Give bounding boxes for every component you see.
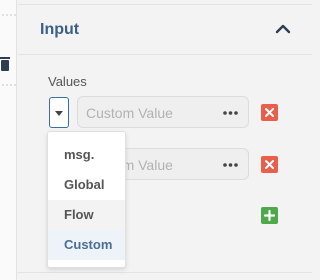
close-icon (265, 160, 274, 169)
value-type-select[interactable] (49, 97, 69, 128)
delete-row-button[interactable] (261, 156, 278, 173)
properties-panel: Input Values Custom Value Custom Value m… (18, 0, 312, 280)
dropdown-option-custom[interactable]: Custom (48, 230, 125, 260)
value-type-dropdown: msg. Global Flow Custom (47, 131, 126, 268)
value-input[interactable]: Custom Value (77, 96, 249, 128)
delete-row-button[interactable] (261, 104, 278, 121)
trash-icon[interactable] (0, 57, 10, 71)
chevron-up-icon[interactable] (274, 22, 292, 36)
dropdown-option-flow[interactable]: Flow (48, 200, 125, 230)
add-value-button[interactable] (261, 207, 278, 224)
dropdown-option-global[interactable]: Global (48, 170, 125, 200)
dropdown-option-msg[interactable]: msg. (48, 140, 125, 170)
ellipsis-icon[interactable] (223, 163, 238, 167)
grid-dots (2, 14, 16, 16)
section-title: Input (40, 21, 80, 38)
plus-icon (263, 209, 276, 222)
grid-dots (2, 84, 16, 86)
values-label: Values (48, 74, 87, 89)
section-header[interactable]: Input (18, 5, 312, 55)
canvas-edge (0, 0, 17, 280)
value-input-placeholder: Custom Value (86, 105, 173, 121)
close-icon (265, 108, 274, 117)
caret-down-icon (55, 111, 63, 116)
ellipsis-icon[interactable] (223, 111, 238, 115)
divider (18, 272, 312, 273)
